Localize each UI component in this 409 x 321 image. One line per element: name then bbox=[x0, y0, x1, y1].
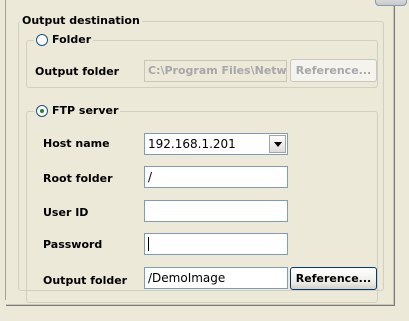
text-cursor bbox=[148, 237, 149, 251]
folder-reference-button[interactable]: Reference... bbox=[290, 59, 377, 82]
root-folder-label: Root folder bbox=[43, 172, 113, 185]
user-id-field[interactable] bbox=[144, 200, 288, 222]
folder-radio-button[interactable] bbox=[36, 34, 48, 46]
chevron-down-icon[interactable] bbox=[269, 135, 286, 153]
root-folder-value: / bbox=[148, 170, 153, 184]
output-destination-title: Output destination bbox=[20, 14, 142, 28]
password-field[interactable] bbox=[144, 233, 288, 255]
ftp-server-radio-button[interactable] bbox=[36, 105, 48, 117]
ftp-server-radio-label: FTP server bbox=[52, 104, 119, 117]
folder-radio[interactable]: Folder bbox=[34, 33, 94, 47]
ftp-reference-button[interactable]: Reference... bbox=[290, 267, 377, 290]
ftp-output-folder-value: /DemoImage bbox=[148, 271, 226, 285]
folder-output-folder-label: Output folder bbox=[35, 65, 120, 78]
password-label: Password bbox=[43, 238, 103, 251]
folder-output-folder-field[interactable]: C:\Program Files\Network bbox=[144, 60, 287, 82]
ftp-output-folder-label: Output folder bbox=[43, 274, 128, 287]
user-id-label: User ID bbox=[43, 206, 89, 219]
ftp-output-folder-field[interactable]: /DemoImage bbox=[144, 267, 288, 289]
host-name-select[interactable]: 192.168.1.201 bbox=[144, 133, 288, 155]
ftp-server-radio[interactable]: FTP server bbox=[34, 104, 121, 118]
host-name-value: 192.168.1.201 bbox=[148, 137, 236, 151]
host-name-label: Host name bbox=[43, 137, 110, 150]
folder-radio-label: Folder bbox=[52, 33, 92, 46]
settings-panel: Output destination Folder Output folder … bbox=[6, 6, 395, 306]
root-folder-field[interactable]: / bbox=[144, 166, 288, 188]
